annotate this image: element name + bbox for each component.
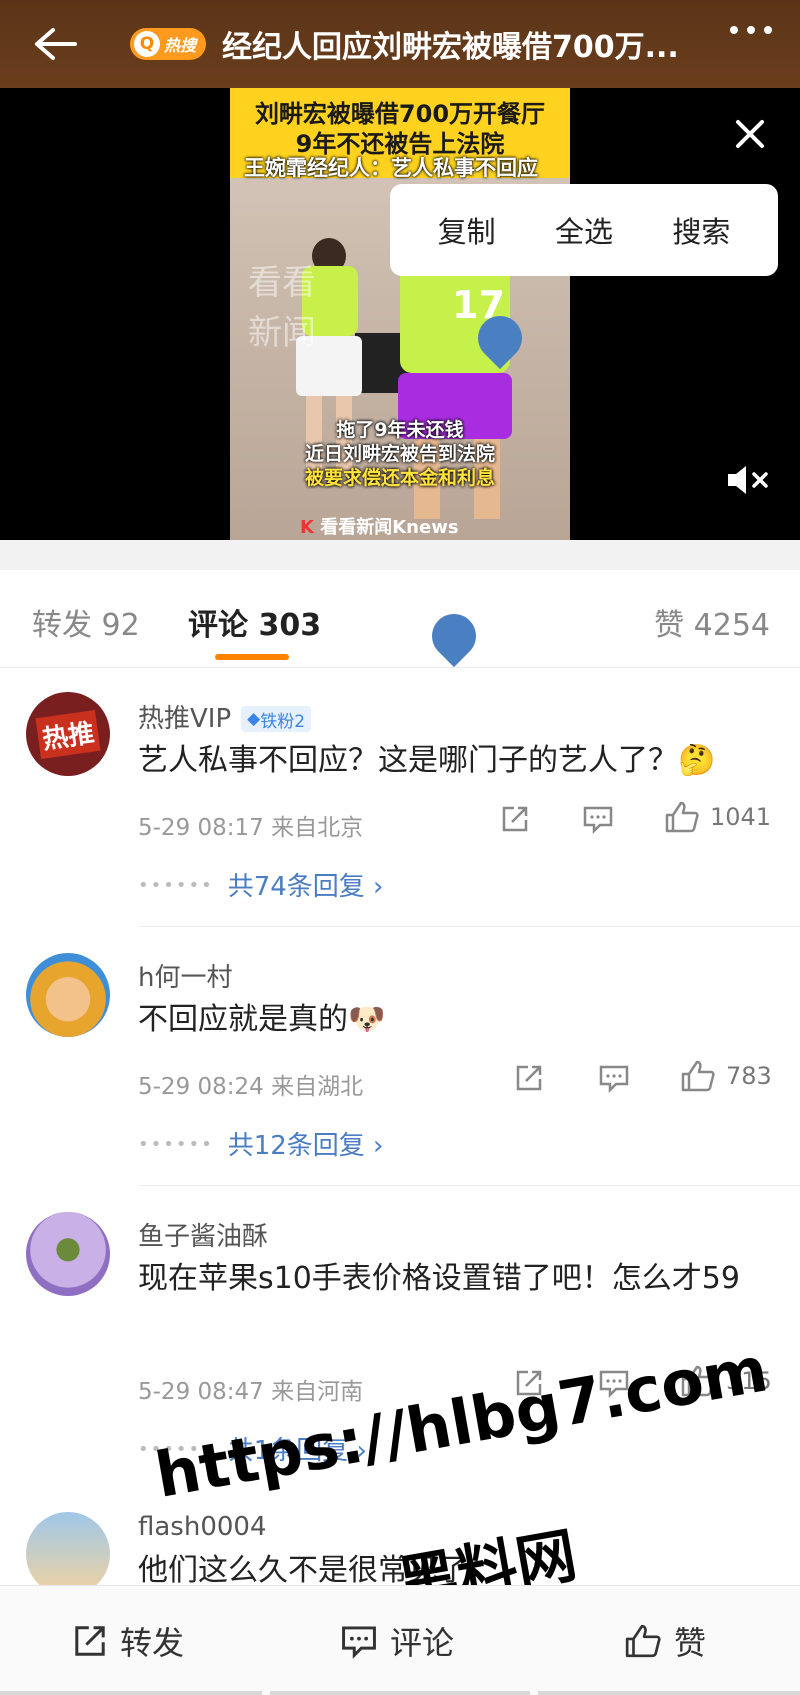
comment-button[interactable]: 评论	[340, 1586, 454, 1695]
share-icon	[516, 1065, 542, 1091]
search-menu-item[interactable]: 搜索	[672, 209, 730, 251]
like-count: 1041	[710, 803, 772, 831]
tab-likes[interactable]: 赞 4254	[654, 600, 770, 644]
tab-reposts[interactable]: 转发 92	[32, 600, 140, 644]
comment-icon	[599, 1065, 629, 1093]
weibo-post-page: Q 热搜 经纪人回应刘畊宏被曝借700万... 刘畊宏被曝借700万开餐厅 9年…	[0, 0, 800, 1695]
hot-search-icon: Q	[134, 31, 160, 57]
video-brand-logo: K 看看新闻Knews	[300, 517, 459, 538]
thumb-up-icon	[681, 1060, 715, 1092]
cursor-drop-icon	[422, 604, 486, 668]
like-comment-button[interactable]: 783	[680, 1059, 772, 1093]
share-icon	[75, 1626, 105, 1656]
back-arrow-icon	[35, 28, 77, 60]
avatar[interactable]	[26, 1212, 110, 1296]
select-all-menu-item[interactable]: 全选	[555, 209, 613, 251]
comment-username[interactable]: flash0004	[138, 1512, 267, 1542]
video-caption-line3: 王婉霏经纪人：艺人私事不回应	[244, 156, 538, 180]
reply-comment-button[interactable]	[582, 804, 614, 834]
top-bar: Q 热搜 经纪人回应刘畊宏被曝借700万...	[0, 0, 800, 88]
close-icon[interactable]	[730, 114, 770, 154]
more-dot-icon	[730, 26, 738, 34]
section-divider	[0, 540, 800, 570]
tab-line	[0, 1691, 262, 1695]
comment-divider	[138, 1185, 800, 1186]
speaker-muted-icon	[728, 466, 768, 494]
comment-divider	[138, 926, 800, 927]
comment-meta: 5-29 08:47 来自河南	[138, 1379, 364, 1405]
share-icon	[502, 806, 528, 832]
like-button[interactable]: 赞	[624, 1586, 706, 1695]
mute-button[interactable]	[726, 463, 772, 497]
page-title: 经纪人回应刘畊宏被曝借700万...	[222, 30, 679, 65]
bottom-action-bar: 转发 评论 赞	[0, 1585, 800, 1695]
share-comment-button[interactable]	[500, 804, 530, 834]
more-dot-icon	[747, 26, 755, 34]
back-button[interactable]	[0, 0, 110, 88]
thumb-up-icon	[665, 801, 699, 833]
like-count: 783	[726, 1062, 772, 1090]
repost-button[interactable]: 转发	[72, 1586, 184, 1695]
site-watermark-url: https://hlbg7.com	[150, 1332, 773, 1512]
comment-text: 艺人私事不回应？这是哪门子的艺人了？🤔	[138, 743, 716, 778]
comment-text: 不回应就是真的🐶	[138, 1002, 386, 1037]
reply-comment-button[interactable]	[598, 1063, 630, 1093]
thumb-up-icon	[625, 1624, 661, 1658]
comment-text: 现在苹果s10手表价格设置错了吧！怎么才59	[138, 1261, 740, 1296]
avatar[interactable]	[26, 1512, 110, 1596]
video-player[interactable]: 刘畊宏被曝借700万开餐厅 9年不还被告上法院 王婉霏经纪人：艺人私事不回应 1…	[0, 88, 800, 540]
active-tab-indicator	[215, 654, 289, 660]
like-comment-button[interactable]: 1041	[664, 800, 771, 834]
copy-menu-item[interactable]: 复制	[438, 209, 496, 251]
comment-username[interactable]: h何一村	[138, 957, 232, 994]
tab-comments[interactable]: 评论 303	[188, 600, 321, 644]
comment-icon	[342, 1626, 376, 1659]
avatar[interactable]	[26, 953, 110, 1037]
more-menu-button[interactable]	[730, 26, 772, 34]
comment-meta: 5-29 08:24 来自湖北	[138, 1074, 364, 1100]
share-comment-button[interactable]	[514, 1063, 544, 1093]
fan-level-badge: ◆ 铁粉2	[241, 706, 312, 732]
comment-icon	[583, 806, 613, 834]
avatar[interactable]: 热推	[26, 692, 110, 776]
view-replies-link[interactable]: •••••• 共74条回复 ›	[138, 866, 383, 903]
tab-line	[538, 1691, 800, 1695]
hot-search-label: 热搜	[164, 36, 197, 55]
more-dot-icon	[764, 26, 772, 34]
comment-username[interactable]: 鱼子酱油酥	[138, 1216, 268, 1253]
comment-username[interactable]: 热推VIP ◆ 铁粉2	[138, 698, 312, 735]
tab-line	[270, 1691, 530, 1695]
post-tabs: 转发 92 评论 303 赞 4254	[0, 570, 800, 668]
video-subtitle: 拖了9年未还钱 近日刘畊宏被告到法院 被要求偿还本金和利息	[304, 419, 495, 489]
text-context-menu: 复制 全选 搜索	[390, 184, 778, 276]
comment-meta: 5-29 08:17 来自北京	[138, 815, 364, 841]
hot-search-badge[interactable]: Q 热搜	[130, 28, 207, 60]
video-watermark: 看看 新闻	[248, 263, 316, 353]
view-replies-link[interactable]: •••••• 共12条回复 ›	[138, 1125, 383, 1162]
video-frame: 刘畊宏被曝借700万开餐厅 9年不还被告上法院 王婉霏经纪人：艺人私事不回应 1…	[230, 88, 570, 540]
